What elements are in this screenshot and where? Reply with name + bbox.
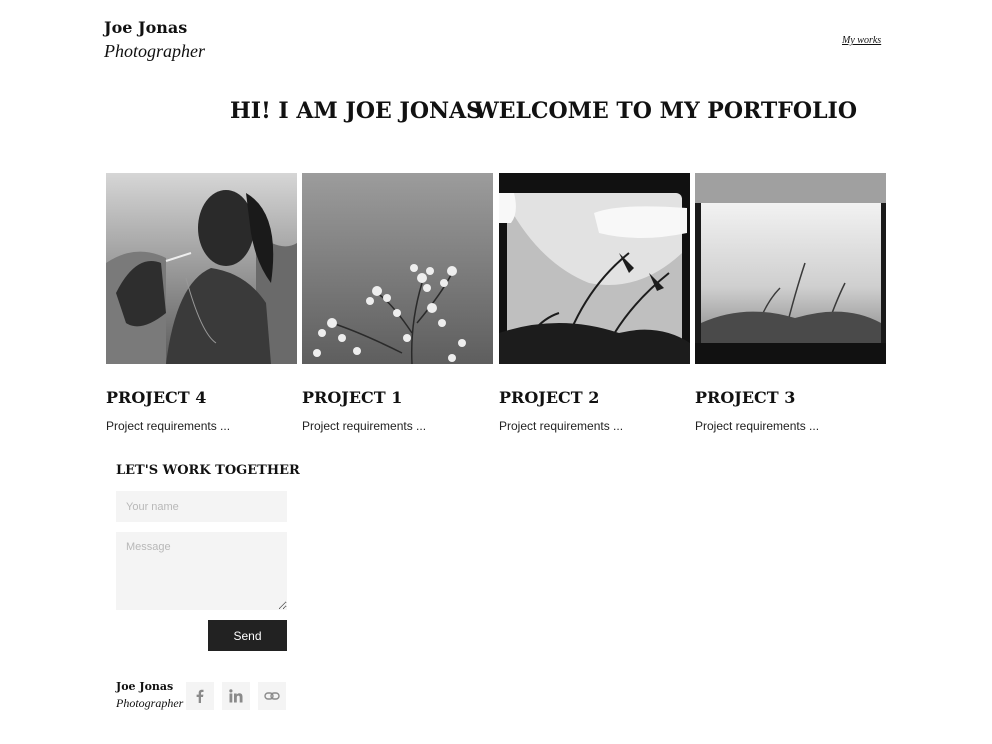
site-logo[interactable]: Joe Jonas Photographer <box>104 18 205 62</box>
logo-name: Joe Jonas <box>104 18 188 37</box>
footer-logo[interactable]: Joe Jonas Photographer <box>116 680 183 710</box>
project-description: Project requirements ... <box>695 419 820 433</box>
project-card[interactable]: PROJECT 1 Project requirements ... <box>302 173 493 434</box>
link-button[interactable] <box>258 682 286 710</box>
project-title: PROJECT 4 <box>106 388 207 407</box>
contact-title: LET'S WORK TOGETHER <box>116 463 300 478</box>
fern-film-photo <box>499 173 690 364</box>
project-thumbnail[interactable] <box>695 173 886 364</box>
facebook-button[interactable] <box>186 682 214 710</box>
white-flowers-photo <box>302 173 493 364</box>
contact-form: LET'S WORK TOGETHER Send <box>116 462 300 651</box>
hero-heading-right: WELCOME TO MY PORTFOLIO <box>474 98 857 124</box>
project-title: PROJECT 1 <box>302 388 403 407</box>
project-title: PROJECT 2 <box>499 388 600 407</box>
project-description: Project requirements ... <box>106 419 231 433</box>
facebook-icon <box>196 689 204 703</box>
project-card[interactable]: PROJECT 2 Project requirements ... <box>499 173 690 434</box>
name-input[interactable] <box>116 491 287 522</box>
project-thumbnail[interactable] <box>106 173 297 364</box>
message-input[interactable] <box>116 532 287 610</box>
footer-subtitle: Photographer <box>116 696 184 710</box>
projects-grid: PROJECT 4 Project requirements ... PROJE… <box>106 173 886 443</box>
project-card[interactable]: PROJECT 3 Project requirements ... <box>695 173 886 434</box>
send-button[interactable]: Send <box>208 620 287 651</box>
footer-name: Joe Jonas <box>116 680 174 693</box>
hero-heading-left: HI! I AM JOE JONAS <box>230 98 483 124</box>
logo-subtitle: Photographer <box>104 41 205 61</box>
portrait-smoking-photo <box>106 173 297 364</box>
project-thumbnail[interactable] <box>499 173 690 364</box>
link-icon <box>264 692 280 700</box>
project-description: Project requirements ... <box>302 419 427 433</box>
project-title: PROJECT 3 <box>695 388 796 407</box>
linkedin-icon <box>229 689 243 703</box>
project-card[interactable]: PROJECT 4 Project requirements ... <box>106 173 297 434</box>
nav-link-my-works[interactable]: My works <box>842 35 881 46</box>
project-description: Project requirements ... <box>499 419 624 433</box>
project-thumbnail[interactable] <box>302 173 493 364</box>
linkedin-button[interactable] <box>222 682 250 710</box>
fern-fog-photo <box>695 173 886 364</box>
